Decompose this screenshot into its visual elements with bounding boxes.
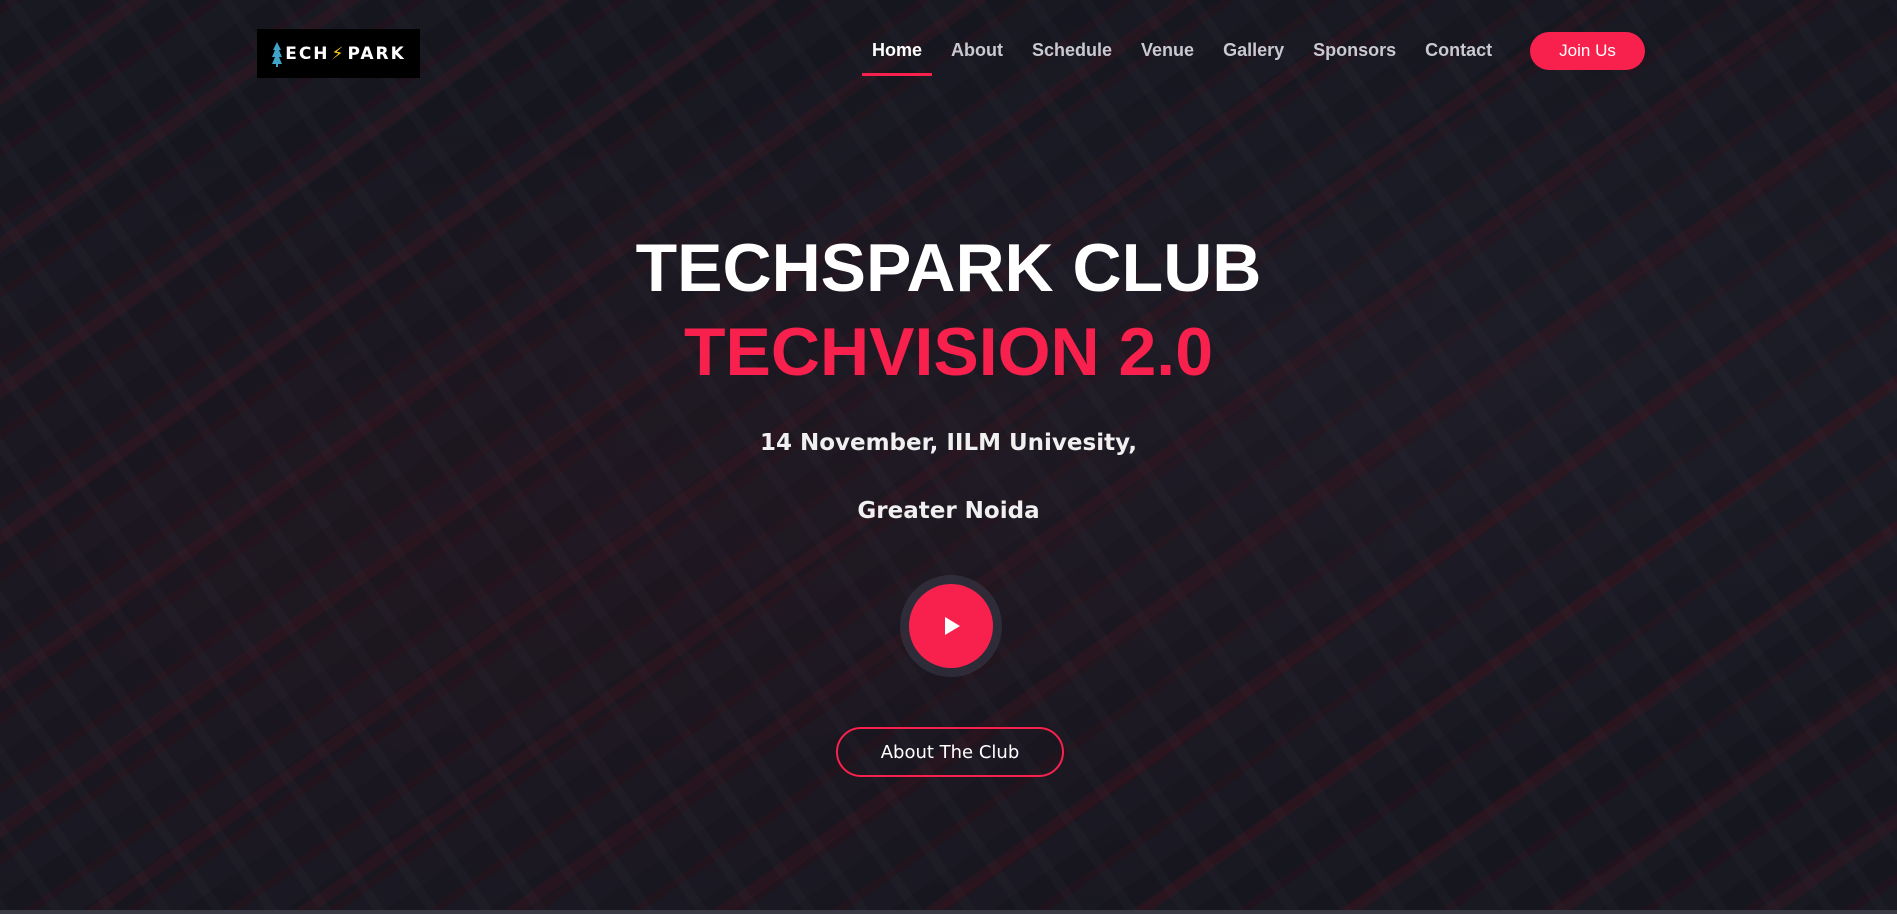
- site-header: ECH ⚡ PARK Home About Schedule Venue Gal…: [0, 0, 1897, 100]
- play-icon: [945, 617, 960, 635]
- hero-section: ECH ⚡ PARK Home About Schedule Venue Gal…: [0, 0, 1897, 914]
- hero-title-event: TECHVISION 2.0: [683, 314, 1214, 390]
- lightning-bolt-icon: ⚡: [331, 43, 346, 64]
- nav-label-venue: Venue: [1141, 39, 1195, 60]
- bottom-divider: [0, 910, 1897, 914]
- nav-item-about[interactable]: About: [951, 0, 1003, 100]
- nav-item-home[interactable]: Home: [861, 0, 933, 100]
- logo-text-right: PARK: [347, 43, 406, 64]
- main-nav: Home About Schedule Venue Gallery Sponso…: [861, 0, 1521, 100]
- join-us-button[interactable]: Join Us: [1530, 32, 1645, 70]
- play-video-button[interactable]: [900, 575, 1002, 677]
- tree-icon: [271, 41, 283, 67]
- event-date-location: 14 November, IILM Univesity,: [759, 430, 1138, 456]
- play-button-circle: [909, 584, 993, 668]
- site-logo[interactable]: ECH ⚡ PARK: [257, 29, 420, 78]
- hero-content: TECHSPARK CLUB TECHVISION 2.0 14 Novembe…: [0, 0, 1897, 914]
- nav-item-schedule[interactable]: Schedule: [1032, 0, 1112, 100]
- nav-item-gallery[interactable]: Gallery: [1223, 0, 1284, 100]
- nav-item-sponsors[interactable]: Sponsors: [1313, 0, 1396, 100]
- nav-item-venue[interactable]: Venue: [1141, 0, 1194, 100]
- nav-label-contact: Contact: [1425, 39, 1493, 60]
- nav-label-sponsors: Sponsors: [1313, 39, 1397, 60]
- nav-label-gallery: Gallery: [1223, 39, 1285, 60]
- nav-label-schedule: Schedule: [1032, 39, 1113, 60]
- logo-text-left: ECH: [285, 43, 330, 64]
- nav-label-about: About: [951, 39, 1003, 60]
- nav-label-home: Home: [872, 39, 923, 60]
- nav-item-contact[interactable]: Contact: [1425, 0, 1492, 100]
- hero-title-club: TECHSPARK CLUB: [635, 230, 1262, 306]
- about-the-club-button[interactable]: About The Club: [836, 727, 1064, 777]
- event-city: Greater Noida: [857, 498, 1040, 524]
